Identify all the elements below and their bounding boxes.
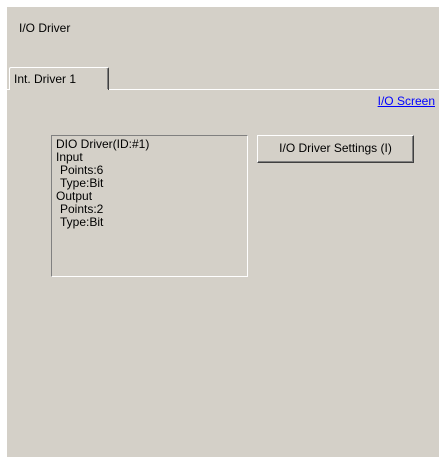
tab-int-driver-1[interactable]: Int. Driver 1	[9, 67, 109, 90]
tab-joint	[10, 89, 108, 90]
io-driver-settings-button[interactable]: I/O Driver Settings (I)	[257, 135, 414, 163]
driver-info-box: DIO Driver(ID:#1) Input Points:6 Type:Bi…	[51, 135, 248, 277]
panel-title: I/O Driver	[19, 21, 71, 35]
driver-name: DIO Driver(ID:#1)	[56, 137, 150, 151]
output-type: Type:Bit	[60, 215, 104, 229]
io-screen-link[interactable]: I/O Screen	[378, 94, 435, 108]
io-driver-panel: I/O Driver Int. Driver 1 I/O Screen DIO …	[7, 7, 439, 457]
